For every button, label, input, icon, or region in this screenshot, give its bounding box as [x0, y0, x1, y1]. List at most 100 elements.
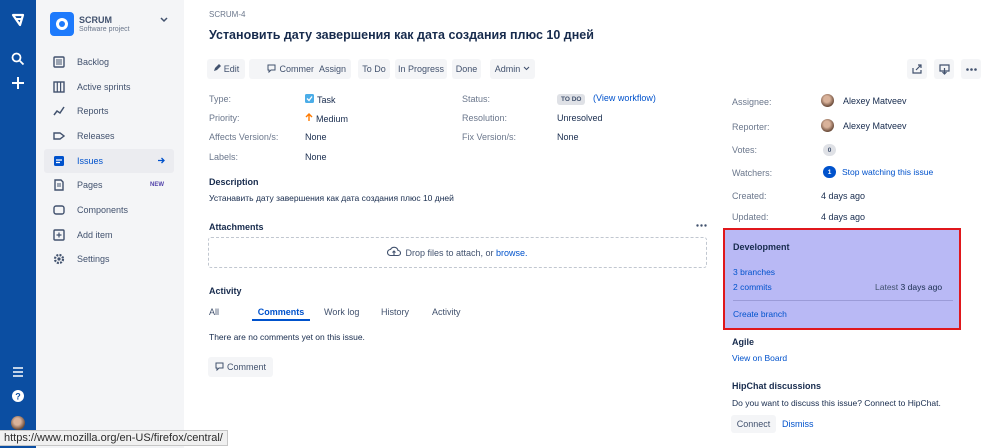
updated-value: 4 days ago: [821, 212, 866, 222]
tab-all[interactable]: All: [209, 307, 219, 317]
add-comment-label: Comment: [226, 362, 266, 372]
help-icon[interactable]: ?: [8, 386, 28, 406]
hipchat-heading: HipChat discussions: [732, 381, 822, 391]
attachments-more-icon[interactable]: [696, 219, 707, 229]
task-icon: [305, 94, 314, 105]
chevron-down-icon[interactable]: [160, 16, 168, 26]
search-icon[interactable]: [8, 49, 28, 69]
issue-title[interactable]: Установить дату завершения как дата созд…: [209, 28, 594, 42]
votes-count-badge[interactable]: 0: [823, 144, 836, 156]
add-comment-button[interactable]: Comment: [208, 357, 273, 377]
settings-icon: [52, 252, 66, 266]
created-value: 4 days ago: [821, 191, 866, 201]
sidebar-item-label: Releases: [77, 131, 115, 141]
priority-text: Medium: [316, 113, 349, 124]
assignee-label: Assignee:: [732, 97, 772, 107]
attachment-dropzone[interactable]: Drop files to attach, or browse.: [208, 237, 707, 268]
dismiss-link[interactable]: Dismiss: [782, 419, 814, 429]
fix-versions-label: Fix Version/s:: [462, 132, 517, 142]
connect-button[interactable]: Connect: [731, 415, 776, 433]
sidebar-item-issues[interactable]: Issues: [44, 149, 174, 173]
comment-icon: [267, 64, 276, 75]
menu-icon[interactable]: [8, 362, 28, 382]
releases-icon: [52, 129, 66, 143]
create-branch-link[interactable]: Create branch: [733, 309, 787, 319]
stop-watching-link[interactable]: Stop watching this issue: [842, 167, 933, 177]
project-avatar[interactable]: [50, 12, 74, 36]
type-label: Type:: [209, 94, 232, 104]
admin-label: Admin: [494, 64, 521, 74]
reporter-avatar: [821, 119, 834, 132]
assignee-name: Alexey Matveev: [843, 95, 907, 106]
watchers-count-badge[interactable]: 1: [823, 166, 836, 178]
view-workflow-link[interactable]: (View workflow): [593, 93, 656, 103]
attachments-heading: Attachments: [209, 222, 264, 232]
tab-activity[interactable]: Activity: [432, 307, 461, 317]
assignee-avatar: [821, 94, 834, 107]
more-actions-icon[interactable]: [961, 59, 981, 79]
browse-link[interactable]: browse.: [496, 248, 528, 258]
admin-dropdown[interactable]: Admin: [490, 59, 535, 79]
add-item-icon: [52, 228, 66, 242]
tab-work-log[interactable]: Work log: [324, 307, 359, 317]
svg-text:?: ?: [15, 392, 21, 402]
share-icon[interactable]: [907, 59, 927, 79]
labels-label: Labels:: [209, 152, 239, 162]
tab-comments[interactable]: Comments: [252, 307, 310, 321]
reporter-value[interactable]: Alexey Matveev: [821, 119, 907, 132]
updated-label: Updated:: [732, 212, 769, 222]
description-text[interactable]: Устанавить дату завершения как дата созд…: [209, 193, 454, 203]
sidebar-item-label: Backlog: [77, 57, 110, 67]
no-comments-text: There are no comments yet on this issue.: [209, 332, 365, 342]
comment-icon: [215, 362, 224, 373]
hipchat-text: Do you want to discuss this issue? Conne…: [732, 398, 941, 408]
latest-label: Latest: [875, 282, 899, 292]
sidebar-item-active-sprints[interactable]: Active sprints: [44, 75, 174, 99]
reporter-name: Alexey Matveev: [843, 120, 907, 131]
description-heading: Description: [209, 177, 259, 187]
board-icon: [52, 80, 66, 94]
edit-button[interactable]: Edit: [207, 59, 245, 79]
latest-value: 3 days ago: [900, 282, 943, 292]
commits-link[interactable]: 2 commits: [733, 282, 772, 292]
project-sidebar: SCRUM Software project Backlog Active sp…: [36, 0, 184, 448]
activity-heading: Activity: [209, 286, 242, 296]
project-name[interactable]: SCRUM: [79, 15, 112, 25]
assign-button[interactable]: Assign: [314, 59, 351, 79]
sidebar-item-components[interactable]: Components: [44, 198, 174, 222]
sidebar-item-label: Settings: [77, 254, 110, 264]
assignee-value[interactable]: Alexey Matveev: [821, 94, 907, 107]
to-do-button[interactable]: To Do: [358, 59, 390, 79]
issue-key[interactable]: SCRUM-4: [209, 10, 245, 19]
sidebar-item-label: Issues: [77, 156, 104, 166]
status-bar-url: https://www.mozilla.org/en-US/firefox/ce…: [0, 430, 228, 446]
sidebar-item-add-item[interactable]: Add item: [44, 223, 174, 247]
development-panel: Development 3 branches 2 commits Latest …: [723, 228, 961, 330]
jira-logo-icon[interactable]: [8, 10, 28, 30]
drop-text: Drop files to attach, or: [405, 247, 494, 258]
sidebar-item-backlog[interactable]: Backlog: [44, 50, 174, 74]
upload-cloud-icon: [387, 246, 402, 259]
branches-link[interactable]: 3 branches: [733, 267, 775, 277]
sidebar-item-settings[interactable]: Settings: [44, 247, 174, 271]
export-icon[interactable]: [934, 59, 954, 79]
sidebar-item-label: Add item: [77, 230, 113, 240]
create-icon[interactable]: [8, 73, 28, 93]
view-on-board-link[interactable]: View on Board: [732, 353, 787, 363]
resolution-value: Unresolved: [557, 113, 603, 123]
project-type: Software project: [79, 26, 130, 33]
sidebar-item-releases[interactable]: Releases: [44, 124, 174, 148]
priority-label: Priority:: [209, 113, 240, 123]
created-label: Created:: [732, 191, 767, 201]
in-progress-button[interactable]: In Progress: [395, 59, 447, 79]
divider: [733, 300, 953, 301]
resolution-label: Resolution:: [462, 113, 508, 123]
type-value: Task: [305, 94, 336, 105]
sidebar-item-pages[interactable]: Pages NEW: [44, 173, 174, 197]
agile-heading: Agile: [732, 337, 755, 347]
done-button[interactable]: Done: [452, 59, 481, 79]
status-badge[interactable]: TO DO: [557, 94, 586, 105]
sidebar-item-reports[interactable]: Reports: [44, 99, 174, 123]
sidebar-item-label: Components: [77, 205, 129, 215]
tab-history[interactable]: History: [381, 307, 409, 317]
